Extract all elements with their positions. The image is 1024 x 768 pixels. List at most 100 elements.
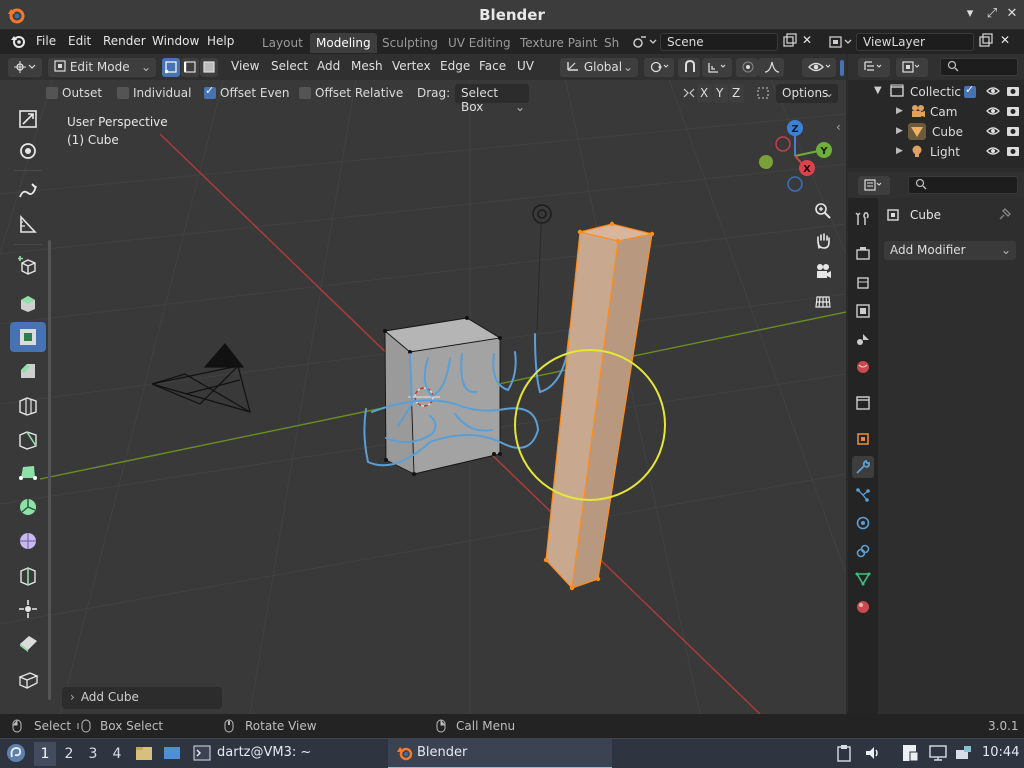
properties-search-field[interactable] bbox=[908, 176, 1018, 194]
mirror-z-button[interactable]: Z bbox=[729, 84, 744, 103]
desktop-1-button[interactable]: 1 bbox=[34, 742, 56, 766]
scene-selector-icon[interactable] bbox=[632, 34, 658, 53]
outliner-row-cube[interactable]: ▶ Cube bbox=[848, 122, 1024, 142]
desktop-4-button[interactable]: 4 bbox=[106, 742, 128, 766]
properties-editor-type-icon[interactable] bbox=[858, 176, 890, 195]
camera-render-icon[interactable] bbox=[1006, 125, 1020, 140]
clipboard-icon[interactable] bbox=[836, 744, 852, 766]
offset-relative-checkbox[interactable] bbox=[299, 87, 311, 99]
tab-sculpting[interactable]: Sculpting bbox=[376, 33, 444, 53]
object-tab-icon[interactable] bbox=[852, 428, 874, 450]
mirror-options-icon[interactable] bbox=[676, 84, 698, 103]
orientation-dropdown[interactable]: Global ⌄ bbox=[560, 58, 638, 77]
menu-window[interactable]: Window bbox=[152, 34, 199, 48]
add-modifier-dropdown[interactable]: Add Modifier ⌄ bbox=[884, 241, 1016, 260]
view-layer-icon[interactable] bbox=[828, 34, 854, 53]
expand-chevron-icon[interactable]: › bbox=[70, 690, 75, 704]
individual-checkbox[interactable] bbox=[117, 87, 129, 99]
tool-add-cube-icon[interactable] bbox=[10, 250, 46, 280]
snap-toggle-icon[interactable] bbox=[678, 58, 700, 77]
tool-measure-icon[interactable] bbox=[10, 210, 46, 240]
menu-mesh[interactable]: Mesh bbox=[351, 59, 383, 73]
expand-arrow-icon[interactable]: ▶ bbox=[896, 146, 903, 156]
falloff-icon[interactable] bbox=[758, 58, 784, 77]
view-layer-tab-icon[interactable] bbox=[852, 300, 874, 322]
world-tab-icon[interactable] bbox=[852, 356, 874, 378]
view-layer-field[interactable]: ViewLayer bbox=[856, 33, 974, 51]
menu-render[interactable]: Render bbox=[103, 34, 146, 48]
tool-smooth-icon[interactable] bbox=[10, 526, 46, 556]
tool-bevel-icon[interactable] bbox=[10, 356, 46, 386]
menu-vertex[interactable]: Vertex bbox=[392, 59, 431, 73]
desktop-2-button[interactable]: 2 bbox=[58, 742, 80, 766]
expand-arrow-icon[interactable]: ▶ bbox=[896, 126, 903, 136]
tool-shrink-fatten-icon[interactable] bbox=[10, 594, 46, 624]
snap-target-icon[interactable] bbox=[702, 58, 732, 77]
scene-tab-icon[interactable] bbox=[852, 328, 874, 350]
tab-shading[interactable]: Sh bbox=[598, 33, 625, 53]
menu-edit[interactable]: Edit bbox=[68, 34, 91, 48]
zoom-icon[interactable] bbox=[810, 198, 836, 224]
maximize-icon[interactable]: ⤢ bbox=[984, 6, 1000, 22]
eye-icon[interactable] bbox=[986, 145, 1000, 160]
auto-merge-icon[interactable] bbox=[750, 84, 770, 103]
constraints-tab-icon[interactable] bbox=[852, 540, 874, 562]
outliner-row-light[interactable]: ▶ Light bbox=[848, 142, 1024, 162]
modifiers-tab-icon[interactable] bbox=[852, 456, 874, 478]
tool-cursor-icon[interactable] bbox=[10, 136, 46, 166]
new-view-layer-icon[interactable] bbox=[978, 33, 994, 52]
tool-tab-icon[interactable] bbox=[852, 208, 874, 230]
physics-tab-icon[interactable] bbox=[852, 512, 874, 534]
output-tab-icon[interactable] bbox=[852, 272, 874, 294]
render-tab-icon[interactable] bbox=[852, 242, 874, 264]
minimize-icon[interactable]: ▾ bbox=[962, 6, 978, 22]
material-tab-icon[interactable] bbox=[852, 596, 874, 618]
last-operator-panel[interactable]: › Add Cube bbox=[62, 687, 222, 709]
desktop-3-button[interactable]: 3 bbox=[82, 742, 104, 766]
terminal-icon[interactable] bbox=[192, 743, 212, 767]
blender-menu-icon[interactable] bbox=[10, 33, 26, 52]
data-tab-icon[interactable] bbox=[852, 568, 874, 590]
tab-texture-paint[interactable]: Texture Paint bbox=[514, 33, 603, 53]
edge-select-icon[interactable] bbox=[181, 58, 199, 77]
outliner-row-collection[interactable]: ▼ Collectic bbox=[848, 82, 1024, 102]
pan-hand-icon[interactable] bbox=[810, 228, 836, 254]
tool-extrude-icon[interactable] bbox=[10, 288, 46, 318]
terminal-task-label[interactable]: dartz@VM3: ~ bbox=[217, 745, 311, 760]
mirror-x-button[interactable]: X bbox=[697, 84, 712, 103]
menu-help[interactable]: Help bbox=[207, 34, 234, 48]
display-icon[interactable] bbox=[928, 744, 948, 766]
notes-icon[interactable] bbox=[900, 743, 920, 767]
outliner-editor-type-icon[interactable] bbox=[858, 58, 890, 77]
tool-shear-icon[interactable] bbox=[10, 628, 46, 658]
3d-viewport[interactable]: Z Y X User Perspective (1) Cube ‹ › Add C… bbox=[0, 54, 846, 714]
particles-tab-icon[interactable] bbox=[852, 484, 874, 506]
tab-modeling[interactable]: Modeling bbox=[310, 33, 377, 53]
mode-dropdown[interactable]: Edit Mode ⌄ bbox=[48, 58, 156, 77]
viewport-scene[interactable]: Z Y X bbox=[0, 54, 846, 714]
tab-uv-editing[interactable]: UV Editing bbox=[442, 33, 517, 53]
tool-inset-faces-icon[interactable] bbox=[10, 322, 46, 352]
outliner-row-camera[interactable]: ▶ Cam bbox=[848, 102, 1024, 122]
menu-uv[interactable]: UV bbox=[517, 59, 534, 73]
mirror-y-button[interactable]: Y bbox=[713, 84, 728, 103]
tool-knife-icon[interactable] bbox=[10, 424, 46, 454]
tool-rip-region-icon[interactable] bbox=[10, 664, 46, 694]
remove-scene-icon[interactable]: ✕ bbox=[802, 33, 812, 47]
collection-include-checkbox[interactable] bbox=[964, 83, 976, 98]
camera-render-icon[interactable] bbox=[1006, 105, 1020, 120]
editor-type-icon[interactable] bbox=[8, 58, 42, 77]
camera-render-icon[interactable] bbox=[1006, 145, 1020, 160]
camera-render-icon[interactable] bbox=[1006, 85, 1020, 100]
new-scene-icon[interactable] bbox=[782, 33, 798, 52]
blender-task-label[interactable]: Blender bbox=[417, 745, 467, 760]
camera-view-icon[interactable] bbox=[810, 258, 836, 284]
collection-tab-icon[interactable] bbox=[852, 392, 874, 414]
remove-view-layer-icon[interactable]: ✕ bbox=[1000, 33, 1010, 47]
pin-icon[interactable] bbox=[998, 207, 1012, 224]
tool-edge-slide-icon[interactable] bbox=[10, 560, 46, 590]
menu-face[interactable]: Face bbox=[479, 59, 506, 73]
sidebar-toggle-icon[interactable]: ‹ bbox=[836, 120, 841, 134]
vertex-select-icon[interactable] bbox=[162, 58, 180, 77]
display-mode-icon[interactable] bbox=[896, 58, 928, 77]
